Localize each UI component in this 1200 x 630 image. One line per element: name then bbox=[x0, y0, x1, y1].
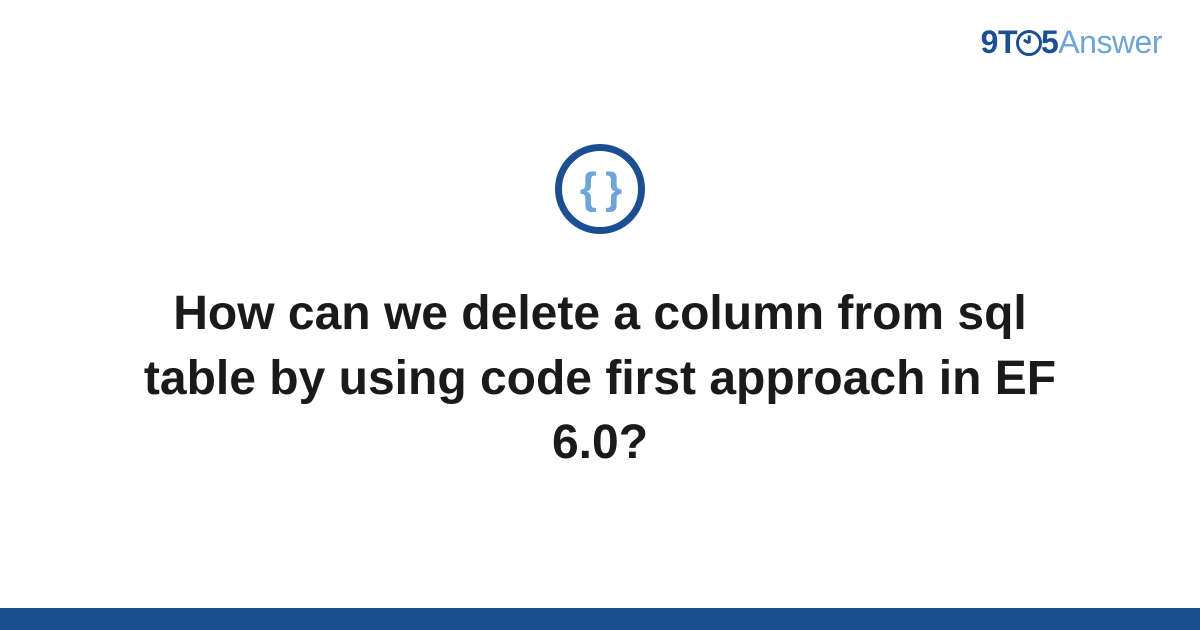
footer-bar bbox=[0, 608, 1200, 630]
main-content: { } How can we delete a column from sql … bbox=[0, 0, 1200, 630]
question-title: How can we delete a column from sql tabl… bbox=[125, 282, 1075, 476]
category-icon-circle: { } bbox=[555, 144, 645, 234]
code-braces-icon: { } bbox=[580, 167, 620, 211]
